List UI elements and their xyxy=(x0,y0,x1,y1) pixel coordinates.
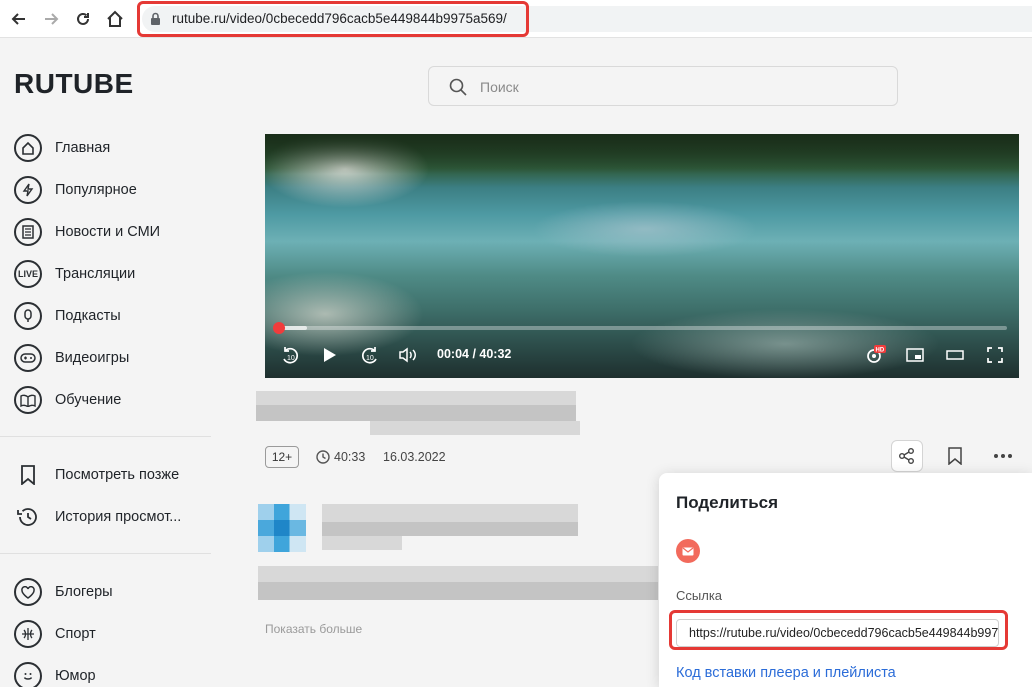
video-player[interactable]: 10 10 00:04 / 40:32 HD xyxy=(265,134,1019,378)
link-label: Ссылка xyxy=(676,588,723,603)
hd-badge: HD xyxy=(876,348,885,354)
bookmark-icon xyxy=(14,461,42,489)
more-options-button[interactable] xyxy=(987,440,1019,472)
reload-icon[interactable] xyxy=(72,8,94,30)
fullscreen-icon[interactable] xyxy=(983,344,1007,366)
sidebar-item-streams[interactable]: LIVE Трансляции xyxy=(14,259,135,289)
sidebar-item-label: Блогеры xyxy=(55,584,113,600)
sidebar-divider xyxy=(0,436,211,437)
sidebar-item-label: Популярное xyxy=(55,182,137,198)
search-placeholder: Поиск xyxy=(480,79,519,95)
sidebar-item-label: Посмотреть позже xyxy=(55,467,180,483)
svg-text:10: 10 xyxy=(287,355,295,362)
sidebar-item-education[interactable]: Обучение xyxy=(14,385,121,415)
sidebar-item-label: Трансляции xyxy=(55,266,136,282)
forward-arrow-icon[interactable] xyxy=(40,8,62,30)
share-icon xyxy=(899,448,914,464)
heart-icon xyxy=(14,578,42,606)
sidebar-item-label: Новости и СМИ xyxy=(55,224,161,240)
video-duration: 40:33 xyxy=(316,450,365,464)
smile-icon xyxy=(14,662,42,687)
mail-share-button[interactable] xyxy=(676,539,700,563)
sidebar-item-humor[interactable]: Юмор xyxy=(14,661,96,687)
mail-icon xyxy=(682,547,694,555)
progress-bar[interactable] xyxy=(273,322,1007,334)
gamepad-icon xyxy=(14,344,42,372)
sidebar-item-games[interactable]: Видеоигры xyxy=(14,343,129,373)
home-icon xyxy=(14,134,42,162)
svg-text:10: 10 xyxy=(366,355,374,362)
book-icon xyxy=(14,386,42,414)
show-more-link[interactable]: Показать больше xyxy=(265,622,362,636)
sidebar-item-label: Юмор xyxy=(55,668,96,684)
sidebar-item-watch-later[interactable]: Посмотреть позже xyxy=(14,460,179,490)
bookmark-icon xyxy=(948,447,962,465)
sidebar-item-label: Видеоигры xyxy=(55,350,130,366)
ball-icon xyxy=(14,620,42,648)
sidebar-item-popular[interactable]: Популярное xyxy=(14,175,137,205)
history-icon xyxy=(14,503,42,531)
sidebar-item-bloggers[interactable]: Блогеры xyxy=(14,577,113,607)
duration-text: 40:33 xyxy=(334,450,366,464)
rewind-10-icon[interactable]: 10 xyxy=(278,344,302,366)
sidebar-item-home[interactable]: Главная xyxy=(14,133,110,163)
age-rating-badge: 12+ xyxy=(265,446,299,468)
link-highlight xyxy=(669,610,1008,650)
news-icon xyxy=(14,218,42,246)
video-frame xyxy=(265,134,1019,174)
sidebar-item-label: Подкасты xyxy=(55,308,121,324)
progress-handle[interactable] xyxy=(273,322,285,334)
sidebar-item-history[interactable]: История просмот... xyxy=(14,502,181,532)
sidebar-divider xyxy=(0,553,211,554)
publish-date: 16.03.2022 xyxy=(383,450,446,464)
home-icon[interactable] xyxy=(104,8,126,30)
sidebar-item-label: История просмот... xyxy=(55,509,182,525)
picture-in-picture-icon[interactable] xyxy=(903,344,927,366)
live-icon: LIVE xyxy=(14,260,42,288)
sidebar-item-label: Главная xyxy=(55,140,111,156)
forward-10-icon[interactable]: 10 xyxy=(358,344,382,366)
embed-code-link[interactable]: Код вставки плеера и плейлиста xyxy=(676,665,896,681)
bookmark-button[interactable] xyxy=(939,440,971,472)
sidebar-item-podcasts[interactable]: Подкасты xyxy=(14,301,121,331)
back-arrow-icon[interactable] xyxy=(8,8,30,30)
search-input[interactable]: Поиск xyxy=(428,66,898,106)
share-title: Поделиться xyxy=(676,493,779,512)
share-popup: Поделиться Ссылка https://rutube.ru/vide… xyxy=(659,473,1032,687)
volume-icon[interactable] xyxy=(396,344,420,366)
sidebar-item-label: Спорт xyxy=(55,626,96,642)
clock-icon xyxy=(316,450,330,464)
theater-mode-icon[interactable] xyxy=(943,344,967,366)
time-display: 00:04 / 40:32 xyxy=(437,347,512,361)
play-icon[interactable] xyxy=(318,344,342,366)
microphone-icon xyxy=(14,302,42,330)
share-button[interactable] xyxy=(891,440,923,472)
lightning-icon xyxy=(14,176,42,204)
url-highlight xyxy=(137,1,529,37)
logo[interactable]: RUTUBE xyxy=(14,68,134,100)
sidebar-item-label: Обучение xyxy=(55,392,122,408)
more-dots-icon xyxy=(994,454,1012,458)
sidebar-item-news[interactable]: Новости и СМИ xyxy=(14,217,160,247)
sidebar-item-sport[interactable]: Спорт xyxy=(14,619,96,649)
settings-gear-icon[interactable]: HD xyxy=(863,344,887,366)
search-icon xyxy=(449,78,467,101)
